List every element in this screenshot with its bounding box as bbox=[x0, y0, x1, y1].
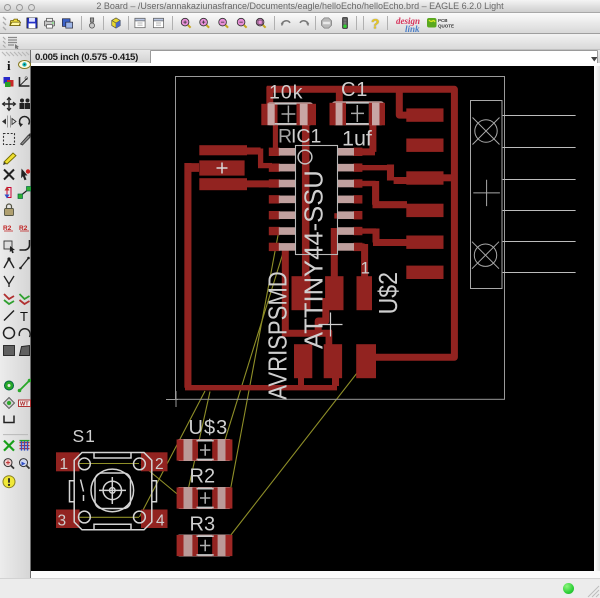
svg-text:?: ? bbox=[371, 16, 380, 32]
svg-text:QUOTE: QUOTE bbox=[438, 24, 454, 29]
svg-text:R3: R3 bbox=[190, 514, 216, 536]
svg-text:3: 3 bbox=[58, 513, 67, 530]
svg-text:i: i bbox=[7, 58, 11, 73]
svg-text:1: 1 bbox=[361, 258, 370, 277]
svg-text:ATTINY44-SSU: ATTINY44-SSU bbox=[300, 170, 328, 349]
svg-text:R2: R2 bbox=[190, 465, 216, 487]
svg-text:link: link bbox=[405, 24, 420, 33]
svg-text:R: R bbox=[278, 125, 292, 147]
svg-text:2: 2 bbox=[155, 456, 164, 473]
svg-text:1uf: 1uf bbox=[342, 126, 372, 150]
svg-text:o: o bbox=[25, 76, 29, 82]
svg-text:PCB: PCB bbox=[438, 18, 448, 23]
svg-text:U$2: U$2 bbox=[375, 272, 404, 314]
svg-text:U$3: U$3 bbox=[189, 417, 229, 439]
svg-text:IC1: IC1 bbox=[291, 125, 321, 147]
svg-text:T: T bbox=[20, 309, 28, 324]
svg-text:C1: C1 bbox=[341, 79, 368, 101]
svg-text:10k: 10k bbox=[269, 82, 303, 104]
svg-text:4: 4 bbox=[156, 513, 165, 530]
svg-text:S1: S1 bbox=[73, 426, 96, 446]
svg-text:AVRISPSMD: AVRISPSMD bbox=[264, 271, 293, 399]
svg-text:WT: WT bbox=[20, 402, 29, 408]
svg-text:1: 1 bbox=[60, 456, 69, 473]
